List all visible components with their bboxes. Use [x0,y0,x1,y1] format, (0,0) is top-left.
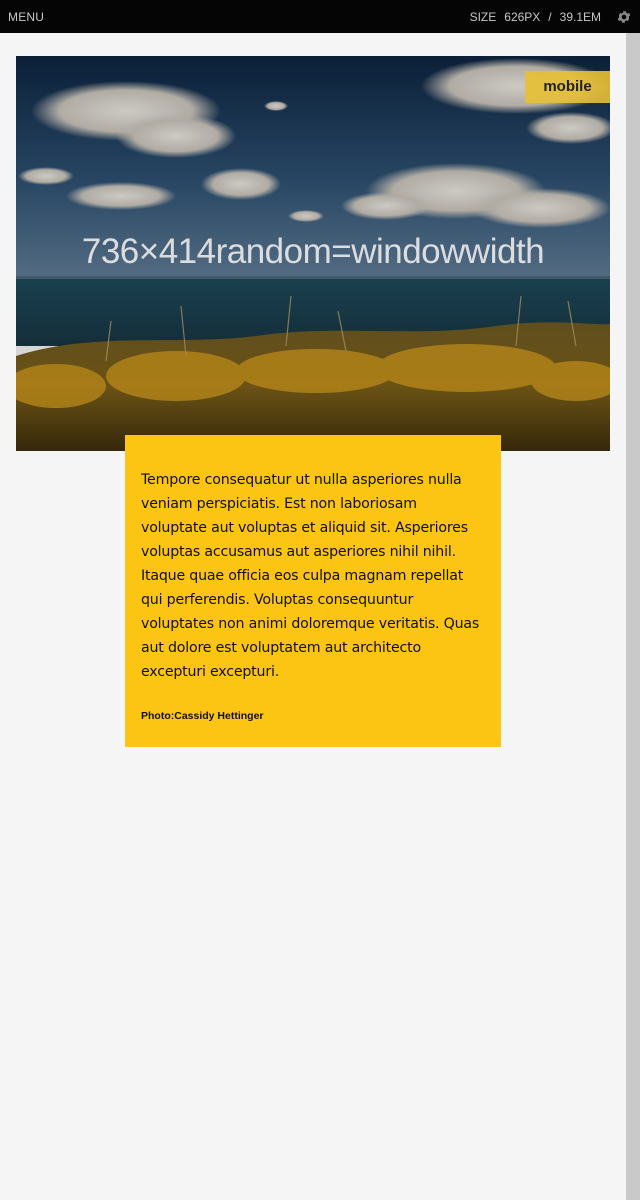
caption-card: Tempore consequatur ut nulla asperiores … [125,435,501,747]
breakpoint-badge: mobile [525,71,610,103]
menu-button[interactable]: MENU [8,10,44,24]
vertical-scrollbar[interactable] [626,33,640,1200]
viewport-size-readout: SIZE 626PX / 39.1EM [470,10,601,24]
photo-credit: Photo:Cassidy Hettinger [141,710,264,722]
page-viewport: 736×414random=windowwidth mobile Tempore… [0,33,626,1200]
image-dimension-caption: 736×414random=windowwidth [81,232,545,271]
size-label: SIZE [469,10,497,24]
size-px-value: 626PX [504,10,541,24]
hero-image: 736×414random=windowwidth mobile [16,56,610,451]
top-toolbar: MENU SIZE 626PX / 39.1EM [0,0,640,33]
gear-icon[interactable] [616,9,632,25]
size-separator: / [548,10,552,24]
card-body-text: Tempore consequatur ut nulla asperiores … [141,472,480,680]
size-em-value: 39.1EM [559,10,601,24]
